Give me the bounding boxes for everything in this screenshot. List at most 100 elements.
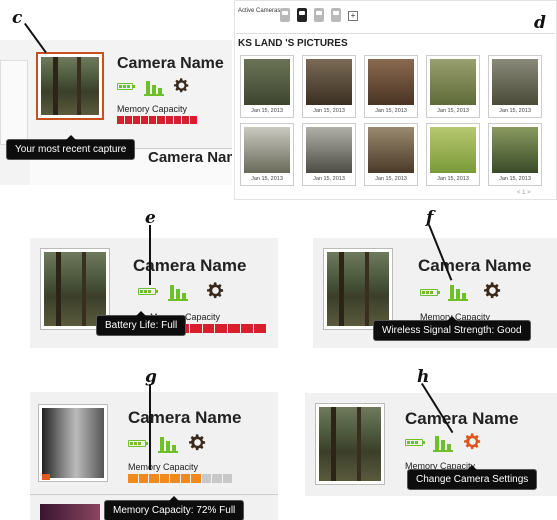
gear-icon[interactable] <box>206 281 225 300</box>
photo-date: Jan 15, 2013 <box>375 176 407 182</box>
battery-icon[interactable] <box>138 288 158 295</box>
photo-thumbnail[interactable]: Jan 15, 2013 <box>302 55 356 118</box>
photo-date: Jan 15, 2013 <box>499 176 531 182</box>
memory-segment <box>202 324 215 333</box>
photo-thumbnail[interactable]: Jan 15, 2013 <box>364 55 418 118</box>
camera-name-second: Camera Name <box>148 149 232 166</box>
memory-segment <box>180 474 190 483</box>
photo-date: Jan 15, 2013 <box>251 176 283 182</box>
panel-g-divider <box>30 494 278 495</box>
battery-tooltip: Battery Life: Full <box>96 311 187 336</box>
photo-thumbnail[interactable]: Jan 15, 2013 <box>302 123 356 186</box>
camera-icon[interactable] <box>314 8 324 22</box>
memory-segment <box>241 324 254 333</box>
settings-tooltip: Change Camera Settings <box>407 465 538 490</box>
photo-thumbnail[interactable]: Jan 15, 2013 <box>364 123 418 186</box>
photo-date: Jan 15, 2013 <box>375 108 407 114</box>
battery-icon[interactable] <box>128 440 148 447</box>
callout-g <box>149 384 151 470</box>
memory-segment <box>125 116 133 124</box>
memory-segment <box>222 474 232 483</box>
camera-icon[interactable] <box>280 8 290 22</box>
camera-name: Camera Name <box>117 55 224 72</box>
photo-date: Jan 15, 2013 <box>251 108 283 114</box>
gear-icon[interactable] <box>463 432 482 451</box>
memory-segment <box>189 324 202 333</box>
recent-capture-thumbnail[interactable] <box>36 52 104 120</box>
photo-date: Jan 15, 2013 <box>313 176 345 182</box>
battery-icon[interactable] <box>405 439 425 446</box>
camera-icon[interactable] <box>331 8 341 22</box>
panel-d-divider <box>236 33 555 34</box>
gallery-title: KS LAND 'S PICTURES <box>238 38 348 49</box>
memory-segment <box>165 116 173 124</box>
battery-icon[interactable] <box>420 289 440 296</box>
camera-name: Camera Name <box>405 409 519 428</box>
camera-icon[interactable] <box>297 8 307 22</box>
panel-c-sidebar-strip <box>0 60 28 145</box>
memory-segment <box>149 116 157 124</box>
panel-g: Camera Name Memory Capacity Memory Capac… <box>30 392 278 520</box>
signal-tooltip: Wireless Signal Strength: Good <box>373 316 531 341</box>
panel-f: Camera Name Memory Capacity Wireless Sig… <box>313 238 557 348</box>
memory-capacity-label: Memory Capacity <box>128 462 199 472</box>
caption-c: c <box>12 8 23 28</box>
signal-icon[interactable] <box>158 434 178 453</box>
gear-icon[interactable] <box>173 77 190 94</box>
memory-segment <box>149 474 159 483</box>
memory-segment <box>181 116 189 124</box>
signal-icon[interactable] <box>448 282 468 301</box>
thumbnail-selected-marker <box>42 474 50 480</box>
memory-segment <box>117 116 125 124</box>
memory-segment <box>212 474 222 483</box>
photo-date: Jan 15, 2013 <box>499 108 531 114</box>
caption-g: g <box>145 367 157 387</box>
memory-segment <box>128 474 138 483</box>
photo-thumbnail[interactable]: Jan 15, 2013 <box>426 123 480 186</box>
photo-thumbnail[interactable]: Jan 15, 2013 <box>240 55 294 118</box>
active-cameras-label: Active Cameras: <box>238 8 283 14</box>
signal-icon[interactable] <box>168 282 188 301</box>
memory-segment <box>133 116 141 124</box>
callout-e <box>149 225 151 285</box>
signal-icon[interactable] <box>433 433 453 452</box>
add-camera-button[interactable]: + <box>348 11 358 21</box>
panel-c: Camera Name Memory Capacity Camera Name … <box>0 40 232 185</box>
signal-icon[interactable] <box>144 78 164 96</box>
memory-segment <box>215 324 228 333</box>
panel-h: Camera Name Memory Capacity Change Camer… <box>305 393 557 496</box>
panel-e: Camera Name Memory Capacity Battery Life… <box>30 238 278 348</box>
memory-segment <box>189 116 197 124</box>
camera-thumbnail[interactable] <box>315 403 385 485</box>
memory-segment <box>159 474 169 483</box>
caption-d: d <box>534 13 546 33</box>
photo-date: Jan 15, 2013 <box>313 108 345 114</box>
photo-date: Jan 15, 2013 <box>437 108 469 114</box>
photo-thumbnail[interactable]: Jan 15, 2013 <box>240 123 294 186</box>
camera-name: Camera Name <box>418 256 532 275</box>
camera-thumbnail[interactable] <box>323 248 393 330</box>
memory-capacity-bar <box>128 474 232 483</box>
photo-thumbnail[interactable]: Jan 15, 2013 <box>488 123 542 186</box>
gear-icon[interactable] <box>188 433 207 452</box>
gear-icon[interactable] <box>483 281 502 300</box>
camera-name: Camera Name <box>128 408 242 427</box>
memory-segment <box>138 474 148 483</box>
next-camera-thumbnail[interactable] <box>40 504 100 520</box>
memory-segment <box>201 474 211 483</box>
memory-segment <box>170 474 180 483</box>
camera-thumbnail[interactable] <box>38 404 108 482</box>
memory-capacity-bar <box>117 116 197 124</box>
memory-capacity-label: Memory Capacity <box>117 104 188 114</box>
memory-segment <box>173 116 181 124</box>
memory-segment <box>254 324 267 333</box>
photo-thumbnail[interactable]: Jan 15, 2013 <box>488 55 542 118</box>
photo-thumbnail[interactable]: Jan 15, 2013 <box>426 55 480 118</box>
memory-tooltip: Memory Capacity: 72% Full <box>104 496 245 520</box>
battery-icon[interactable] <box>117 83 135 90</box>
gallery-pager[interactable]: < 1 > <box>517 190 531 196</box>
photo-date: Jan 15, 2013 <box>437 176 469 182</box>
memory-segment <box>141 116 149 124</box>
memory-segment <box>157 116 165 124</box>
recent-capture-tooltip: Your most recent capture <box>6 135 136 160</box>
